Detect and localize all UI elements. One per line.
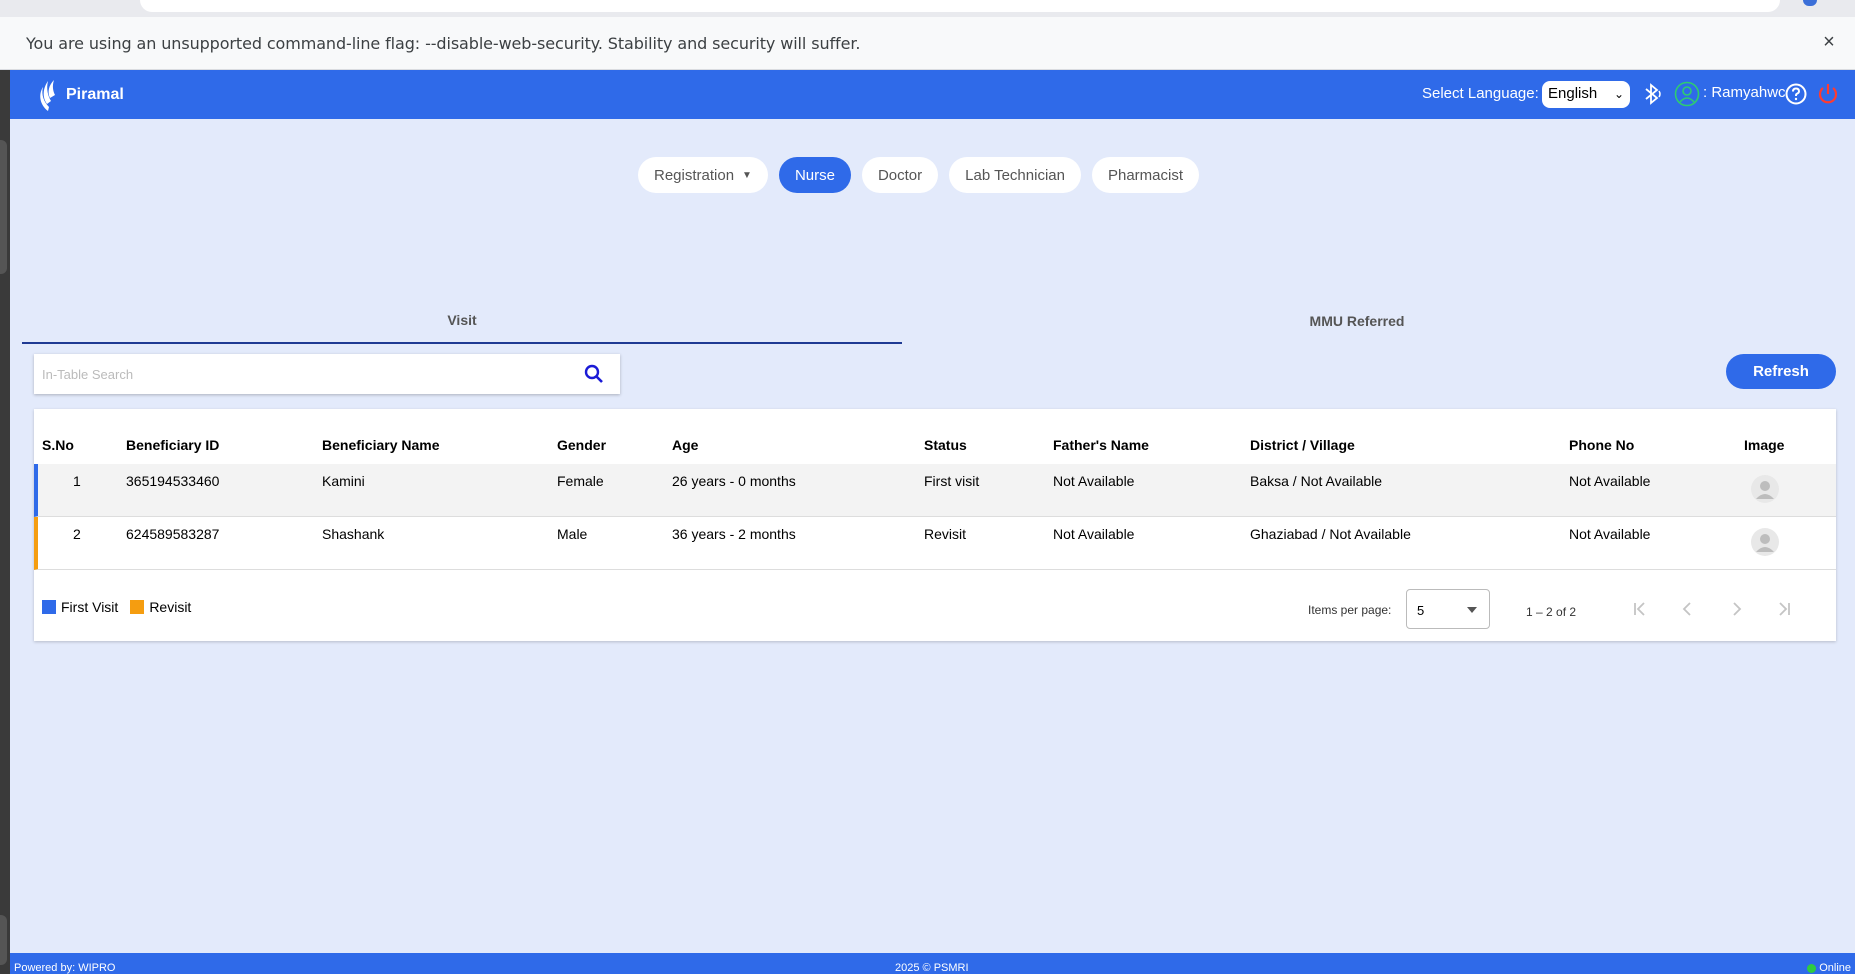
tab-nurse[interactable]: Nurse xyxy=(778,157,851,193)
tab-pharmacist[interactable]: Pharmacist xyxy=(1091,157,1199,193)
logo-text: Piramal xyxy=(66,86,124,103)
tab-mmu-referred[interactable]: MMU Referred xyxy=(902,297,1812,344)
refresh-button[interactable]: Refresh xyxy=(1726,354,1836,389)
cell-status: Revisit xyxy=(924,526,967,542)
powered-by: Powered by: WIPRO xyxy=(14,962,116,974)
avatar-icon[interactable] xyxy=(1750,474,1780,504)
window-edge xyxy=(0,70,10,974)
table-row[interactable]: 2 624589583287 Shashank Male 36 years - … xyxy=(34,517,1836,570)
bluetooth-icon[interactable] xyxy=(1640,82,1664,106)
cell-gender: Female xyxy=(557,473,604,489)
language-value: English xyxy=(1548,85,1598,102)
connection-status: Online xyxy=(1807,962,1851,974)
warning-infobar: You are using an unsupported command-lin… xyxy=(0,17,1855,70)
tab-registration-label: Registration xyxy=(654,166,735,184)
table-row[interactable]: 1 365194533460 Kamini Female 26 years - … xyxy=(34,464,1836,517)
legend-first-visit: First Visit xyxy=(42,599,118,615)
language-select[interactable]: English ⌄ xyxy=(1542,81,1630,108)
cell-phone-no: Not Available xyxy=(1569,526,1651,542)
header-fathers-name: Father's Name xyxy=(1053,437,1149,453)
header-beneficiary-name: Beneficiary Name xyxy=(322,437,440,453)
app-container: Piramal Select Language: English ⌄ : Ram… xyxy=(10,70,1855,974)
footer: Powered by: WIPRO 2025 © PSMRI Online xyxy=(10,953,1855,974)
tab-doctor[interactable]: Doctor xyxy=(861,157,939,193)
browser-top-strip xyxy=(0,0,1855,17)
cell-beneficiary-name: Shashank xyxy=(322,526,385,542)
copyright: 2025 © PSMRI xyxy=(895,962,969,974)
cell-fathers-name: Not Available xyxy=(1053,473,1135,489)
cell-gender: Male xyxy=(557,526,588,542)
revisit-swatch xyxy=(130,600,145,614)
connection-status-label: Online xyxy=(1819,962,1851,974)
items-per-page-select[interactable]: 5 xyxy=(1406,589,1490,629)
cell-beneficiary-name: Kamini xyxy=(322,473,365,489)
profile-icon[interactable] xyxy=(1803,0,1817,6)
user-icon[interactable] xyxy=(1674,81,1700,107)
cell-district-village: Ghaziabad / Not Available xyxy=(1250,526,1411,542)
close-icon[interactable]: × xyxy=(1817,30,1841,54)
tab-registration[interactable]: Registration ▼ xyxy=(638,157,768,193)
cell-age: 26 years - 0 months xyxy=(672,473,796,489)
sub-tabs: Visit MMU Referred xyxy=(22,297,1840,344)
items-per-page-value: 5 xyxy=(1417,603,1425,618)
header-age: Age xyxy=(672,437,699,453)
beneficiary-table: S.No Beneficiary ID Beneficiary Name Gen… xyxy=(34,409,1836,641)
power-icon[interactable] xyxy=(1816,82,1840,106)
visit-legend: First Visit Revisit xyxy=(42,599,203,615)
legend-revisit: Revisit xyxy=(130,599,191,615)
caret-down-icon: ▼ xyxy=(742,169,752,181)
header-district-village: District / Village xyxy=(1250,437,1355,453)
user-name: : Ramyahwc xyxy=(1703,84,1786,101)
chevron-down-icon: ⌄ xyxy=(1613,87,1624,101)
search-box xyxy=(34,354,620,394)
cell-beneficiary-id: 365194533460 xyxy=(126,473,220,489)
avatar-icon[interactable] xyxy=(1750,527,1780,557)
previous-page-icon[interactable] xyxy=(1676,597,1700,621)
top-navbar: Piramal Select Language: English ⌄ : Ram… xyxy=(10,70,1855,119)
legend-first-visit-label: First Visit xyxy=(61,599,119,615)
tab-lab-technician[interactable]: Lab Technician xyxy=(949,157,1081,193)
piramal-logo-icon xyxy=(40,80,55,111)
language-label: Select Language: xyxy=(1422,85,1539,102)
cell-sno: 1 xyxy=(73,473,81,489)
header-image: Image xyxy=(1744,437,1785,453)
side-handle xyxy=(0,915,7,965)
side-handle xyxy=(0,140,7,274)
next-page-icon[interactable] xyxy=(1724,597,1748,621)
header-beneficiary-id: Beneficiary ID xyxy=(126,437,220,453)
role-tabs: Registration ▼ Nurse Doctor Lab Technici… xyxy=(638,157,1199,193)
first-visit-swatch xyxy=(42,600,56,614)
help-icon[interactable] xyxy=(1785,83,1807,105)
search-input[interactable] xyxy=(42,364,562,384)
first-page-icon[interactable] xyxy=(1628,597,1652,621)
cell-fathers-name: Not Available xyxy=(1053,526,1135,542)
header-status: Status xyxy=(924,437,967,453)
header-phone-no: Phone No xyxy=(1569,437,1635,453)
cell-status: First visit xyxy=(924,473,980,489)
header-gender: Gender xyxy=(557,437,607,453)
pagination-range: 1 – 2 of 2 xyxy=(1526,605,1577,619)
legend-revisit-label: Revisit xyxy=(149,599,192,615)
logo: Piramal xyxy=(34,77,124,113)
items-per-page-label: Items per page: xyxy=(1308,603,1392,617)
tab-visit[interactable]: Visit xyxy=(22,297,902,344)
cell-age: 36 years - 2 months xyxy=(672,526,796,542)
cell-district-village: Baksa / Not Available xyxy=(1250,473,1383,489)
warning-message: You are using an unsupported command-lin… xyxy=(26,34,861,53)
cell-sno: 2 xyxy=(73,526,81,542)
cell-phone-no: Not Available xyxy=(1569,473,1651,489)
search-icon[interactable] xyxy=(582,362,606,386)
address-bar[interactable] xyxy=(140,0,1780,12)
header-sno: S.No xyxy=(42,437,74,453)
online-status-icon xyxy=(1807,963,1817,973)
dropdown-arrow-icon xyxy=(1467,607,1477,613)
last-page-icon[interactable] xyxy=(1772,597,1796,621)
cell-beneficiary-id: 624589583287 xyxy=(126,526,220,542)
